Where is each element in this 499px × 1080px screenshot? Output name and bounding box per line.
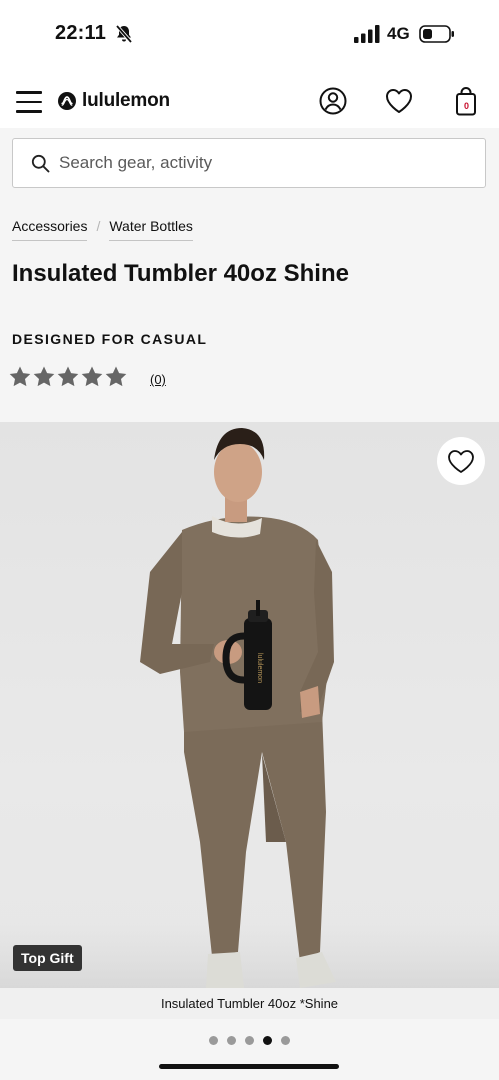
status-bar: 22:11 4G: [0, 0, 499, 68]
heart-icon: [448, 450, 474, 473]
top-navigation: lululemon 0: [0, 68, 499, 128]
carousel-dot[interactable]: [227, 1036, 236, 1045]
star-icon: [57, 366, 79, 387]
menu-icon[interactable]: [16, 91, 42, 113]
star-icon: [105, 366, 127, 387]
breadcrumb-water-bottles[interactable]: Water Bottles: [109, 218, 193, 241]
carousel-dot[interactable]: [209, 1036, 218, 1045]
carousel-dot[interactable]: [245, 1036, 254, 1045]
star-icon: [81, 366, 103, 387]
star-icon: [33, 366, 55, 387]
network-label: 4G: [387, 24, 410, 43]
breadcrumb-accessories[interactable]: Accessories: [12, 218, 88, 241]
lululemon-logo-icon[interactable]: [58, 92, 76, 110]
rating-stars[interactable]: [8, 365, 128, 393]
image-caption: Insulated Tumbler 40oz *Shine: [160, 996, 339, 1011]
tumbler-text: lululemon: [256, 653, 263, 683]
account-icon[interactable]: [318, 86, 348, 116]
bell-off-icon: [115, 24, 133, 44]
carousel-dots: [0, 1036, 499, 1048]
carousel-dot[interactable]: [263, 1036, 272, 1045]
breadcrumb: Accessories / Water Bottles: [12, 218, 193, 242]
search-box[interactable]: [12, 138, 486, 188]
status-time: 22:11: [55, 22, 107, 44]
product-image-gallery[interactable]: lululemon Top Gift Insulated Tumbler 40o…: [0, 422, 499, 1019]
battery-icon: [419, 25, 454, 43]
favorite-button[interactable]: [437, 437, 485, 485]
model-with-tumbler-image: lululemon: [0, 428, 499, 1019]
activity-label: DESIGNED FOR CASUAL: [12, 331, 208, 347]
top-gift-badge: Top Gift: [13, 945, 82, 971]
home-indicator[interactable]: [159, 1064, 339, 1069]
breadcrumb-separator: /: [96, 218, 101, 234]
review-count-link[interactable]: (0): [150, 372, 166, 387]
bag-count: 0: [463, 101, 469, 111]
heart-icon[interactable]: [384, 86, 414, 116]
search-input[interactable]: [59, 139, 469, 187]
signal-icon: [354, 25, 380, 43]
image-caption-bar: Insulated Tumbler 40oz *Shine: [0, 988, 499, 1019]
search-icon: [31, 154, 50, 173]
brand-name[interactable]: lululemon: [82, 90, 170, 112]
carousel-dot[interactable]: [281, 1036, 290, 1045]
product-title: Insulated Tumbler 40oz Shine: [12, 260, 349, 287]
star-icon: [9, 366, 31, 387]
